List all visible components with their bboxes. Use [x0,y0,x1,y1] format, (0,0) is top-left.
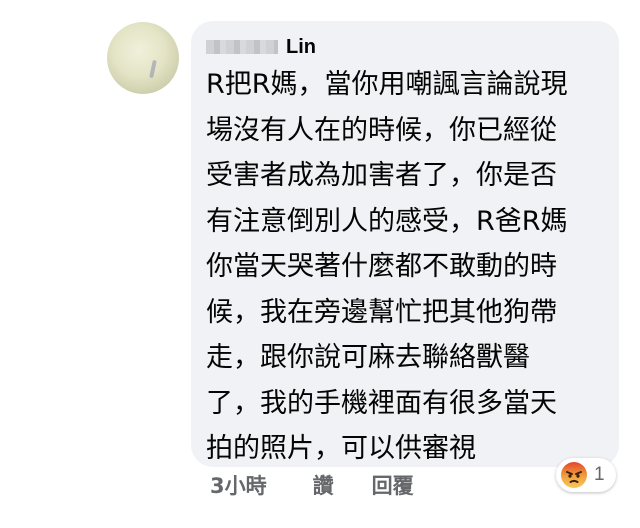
reaction-count: 1 [594,464,605,485]
comment-actions: 3小時 讚 回覆 [210,470,414,500]
reply-button[interactable]: 回覆 [372,470,414,500]
avatar[interactable] [107,22,179,94]
avatar-blur-detail [149,59,157,79]
like-button[interactable]: 讚 [313,470,334,500]
comment-line: 有注意倒別人的感受，R爸R媽 [206,205,568,237]
angry-face-icon [561,462,587,488]
comment-line: R把R媽，當你用嘲諷言論說現 [206,69,568,100]
comment-line: 候，我在旁邊幫忙把其他狗帶 [206,296,557,328]
redacted-name-block [206,40,278,54]
author-name[interactable]: Lin [286,36,316,59]
comment-line: 拍的照片，可以供審視 [206,433,476,464]
comment-text: R把R媽，當你用嘲諷言論說現 場沒有人在的時候，你已經從 受害者成為加害者了，你… [206,62,606,472]
comment-line: 走，跟你說可麻去聯絡獸醫 [206,342,530,373]
comment-author[interactable]: Lin [206,34,316,60]
comment-timestamp[interactable]: 3小時 [210,470,267,500]
reaction-summary[interactable]: 1 [556,458,616,492]
comment-line: 了，我的手機裡面有很多當天 [206,387,557,419]
comment-line: 你當天哭著什麼都不敢動的時 [206,251,557,282]
comment-line: 場沒有人在的時候，你已經從 [206,114,557,146]
comment-line: 受害者成為加害者了，你是否 [206,160,557,191]
